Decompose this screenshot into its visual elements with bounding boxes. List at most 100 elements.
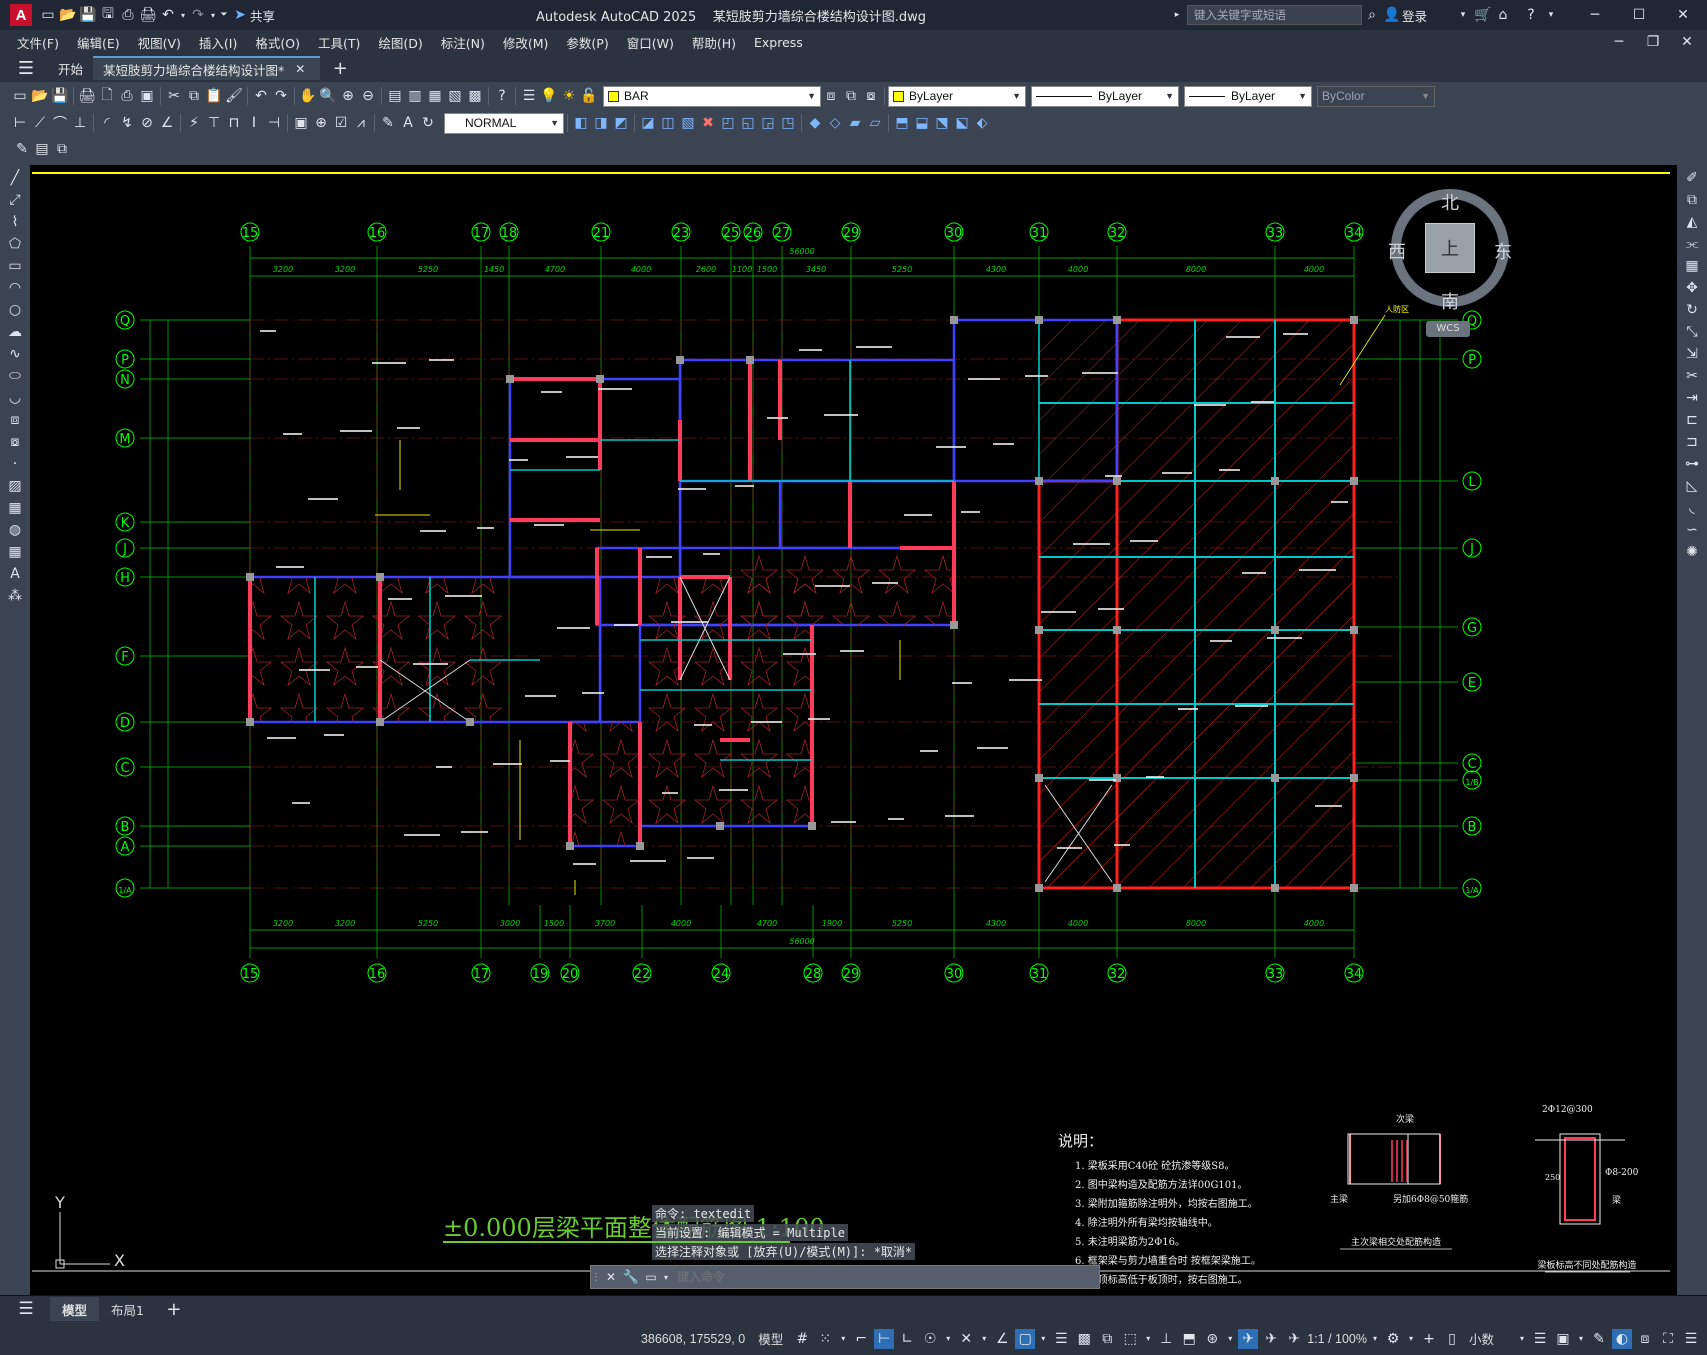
- clean-screen-icon[interactable]: ⧈: [1635, 1329, 1655, 1349]
- break-at-point-icon[interactable]: ⊏: [1682, 410, 1702, 430]
- circle-icon[interactable]: ○: [5, 300, 25, 320]
- drawing-canvas[interactable]: 人防区 15 16 17 18 21 23 25 26 27 29 30 31 32 33 34 15 16 17…: [30, 165, 1677, 1295]
- osnap-icon[interactable]: ▢: [1015, 1328, 1036, 1349]
- layer-on-icon[interactable]: 💡: [539, 86, 559, 106]
- dim-linear-icon[interactable]: ⊢: [10, 113, 30, 133]
- block-editor-icon[interactable]: ⧉: [52, 139, 72, 159]
- text-edit-icon[interactable]: ✎: [12, 139, 32, 159]
- command-input[interactable]: [671, 1267, 1099, 1287]
- app-logo[interactable]: A: [10, 4, 32, 26]
- fillet-icon[interactable]: ◟: [1682, 498, 1702, 518]
- join-icon[interactable]: ⊶: [1682, 454, 1702, 474]
- match-properties-icon[interactable]: 🖌: [224, 86, 244, 106]
- ortho-icon[interactable]: ∟: [897, 1329, 917, 1349]
- gizmo-dropdown-icon[interactable]: ▾: [1225, 1329, 1235, 1349]
- gizmo-icon[interactable]: ⊛: [1202, 1329, 1222, 1349]
- dim-aligned-icon[interactable]: ⟋: [30, 113, 50, 133]
- pan-icon[interactable]: ✋: [298, 86, 318, 106]
- 3d-osnap-dropdown-icon[interactable]: ▾: [1143, 1329, 1153, 1349]
- dim-text-edit-icon[interactable]: A: [398, 113, 418, 133]
- polar-icon[interactable]: ☉: [920, 1329, 940, 1349]
- fullscreen-icon[interactable]: ⛶: [1658, 1329, 1678, 1349]
- wcs-menu[interactable]: WCS: [1426, 321, 1470, 337]
- mesh-icon-3[interactable]: ⬔: [932, 113, 952, 133]
- tolerance-icon[interactable]: ▣: [291, 113, 311, 133]
- save-as-icon[interactable]: 🖫: [98, 5, 118, 25]
- customize-icon[interactable]: 🔧: [621, 1267, 641, 1287]
- customize-qat-icon[interactable]: ⏷: [218, 5, 230, 25]
- hardware-acceleration-icon[interactable]: ◐: [1612, 1328, 1632, 1349]
- dynamic-input-icon[interactable]: ⊢: [874, 1328, 895, 1349]
- layer-properties-icon[interactable]: ☰: [519, 86, 539, 106]
- tab-start[interactable]: 开始: [48, 56, 93, 80]
- help-icon[interactable]: ?: [1521, 5, 1541, 25]
- publish-icon-2[interactable]: ⎙: [117, 86, 137, 106]
- user-icon[interactable]: 👤: [1382, 5, 1402, 25]
- help-search-input[interactable]: 键入关键字或短语: [1186, 5, 1362, 25]
- blend-curves-icon[interactable]: ∽: [1682, 520, 1702, 540]
- scale-icon[interactable]: ⤡: [1682, 322, 1702, 342]
- compass-west[interactable]: 西: [1388, 238, 1406, 264]
- solid-edit-icon-4[interactable]: ✖: [698, 113, 718, 133]
- mtext-icon[interactable]: A: [5, 564, 25, 584]
- viewcube[interactable]: 上 北 南 西 东 WCS: [1360, 175, 1530, 337]
- undo-icon[interactable]: ↶: [158, 5, 178, 25]
- menu-draw[interactable]: 绘图(D): [369, 33, 431, 52]
- erase-icon[interactable]: ✐: [1682, 168, 1702, 188]
- lineweight-combo[interactable]: ByLayer ▼: [1184, 85, 1312, 107]
- layer-lock-icon[interactable]: 🔓: [579, 86, 599, 106]
- properties-icon[interactable]: ▤: [385, 86, 405, 106]
- gradient-icon[interactable]: ▦: [5, 498, 25, 518]
- render-icon-3[interactable]: ▰: [845, 113, 865, 133]
- redo-dropdown-icon[interactable]: ▾: [208, 5, 218, 25]
- solid-edit-icon-2[interactable]: ◫: [658, 113, 678, 133]
- offset-icon[interactable]: ⫘: [1682, 234, 1702, 254]
- sheet-set-icon[interactable]: ▧: [445, 86, 465, 106]
- qnew-icon[interactable]: ▭: [10, 86, 30, 106]
- recent-commands-icon[interactable]: ▾: [661, 1267, 671, 1287]
- hatch-icon[interactable]: ▨: [5, 476, 25, 496]
- plot-icon[interactable]: 🖨: [138, 5, 158, 25]
- dim-jogged-icon[interactable]: ↯: [117, 113, 137, 133]
- trim-icon[interactable]: ✂: [1682, 366, 1702, 386]
- tool-palettes-icon[interactable]: ▦: [425, 86, 445, 106]
- jogged-linear-icon[interactable]: ⩘: [351, 113, 371, 133]
- dim-edit-icon[interactable]: ✎: [378, 113, 398, 133]
- open-icon[interactable]: 📂: [30, 86, 50, 106]
- dimstyle-combo[interactable]: NORMAL ▼: [444, 112, 564, 134]
- add-layout-icon[interactable]: +: [164, 1299, 184, 1320]
- compass-south[interactable]: 南: [1441, 288, 1459, 314]
- viewcube-top-face[interactable]: 上: [1425, 223, 1475, 273]
- annotation-monitor-icon[interactable]: +: [1419, 1329, 1439, 1349]
- customization-icon[interactable]: ☰: [1681, 1329, 1701, 1349]
- add-selected-icon[interactable]: ⁂: [5, 586, 25, 606]
- construction-line-icon[interactable]: ⤢: [5, 190, 25, 210]
- region-icon[interactable]: ◍: [5, 520, 25, 540]
- save-icon-2[interactable]: 💾: [50, 86, 70, 106]
- polyline-icon[interactable]: ⌇: [5, 212, 25, 232]
- dim-arc-icon[interactable]: ⌒: [50, 113, 70, 133]
- linetype-combo[interactable]: ByLayer ▼: [1031, 85, 1179, 107]
- tab-layout1[interactable]: 布局1: [99, 1297, 156, 1321]
- menu-file[interactable]: 文件(F): [8, 33, 68, 52]
- copy-icon[interactable]: ⧉: [184, 86, 204, 106]
- isodraft-dropdown-icon[interactable]: ▾: [979, 1329, 989, 1349]
- object-snap-tracking-icon[interactable]: ∠: [992, 1329, 1012, 1349]
- solid-edit-icon-6[interactable]: ◱: [738, 113, 758, 133]
- design-center-icon[interactable]: ▥: [405, 86, 425, 106]
- layer-states-icon[interactable]: ⧇: [861, 86, 881, 106]
- dim-ordinate-icon[interactable]: ⊥: [70, 113, 90, 133]
- menu-parameters[interactable]: 参数(P): [557, 33, 617, 52]
- menu-edit[interactable]: 编辑(E): [68, 33, 129, 52]
- dynamic-ucs-icon[interactable]: ⊥: [1156, 1329, 1176, 1349]
- new-tab-icon[interactable]: +: [330, 58, 350, 79]
- publish-icon[interactable]: ⎙: [118, 5, 138, 25]
- redo-icon[interactable]: ↷: [188, 5, 208, 25]
- menu-format[interactable]: 格式(O): [246, 33, 309, 52]
- tab-document[interactable]: 某短肢剪力墙综合楼结构设计图* ✕: [93, 56, 321, 80]
- menu-insert[interactable]: 插入(I): [190, 33, 246, 52]
- search-icon[interactable]: ⌕: [1362, 5, 1382, 25]
- point-icon[interactable]: ·: [5, 454, 25, 474]
- break-icon[interactable]: ⊐: [1682, 432, 1702, 452]
- render-icon-2[interactable]: ◇: [825, 113, 845, 133]
